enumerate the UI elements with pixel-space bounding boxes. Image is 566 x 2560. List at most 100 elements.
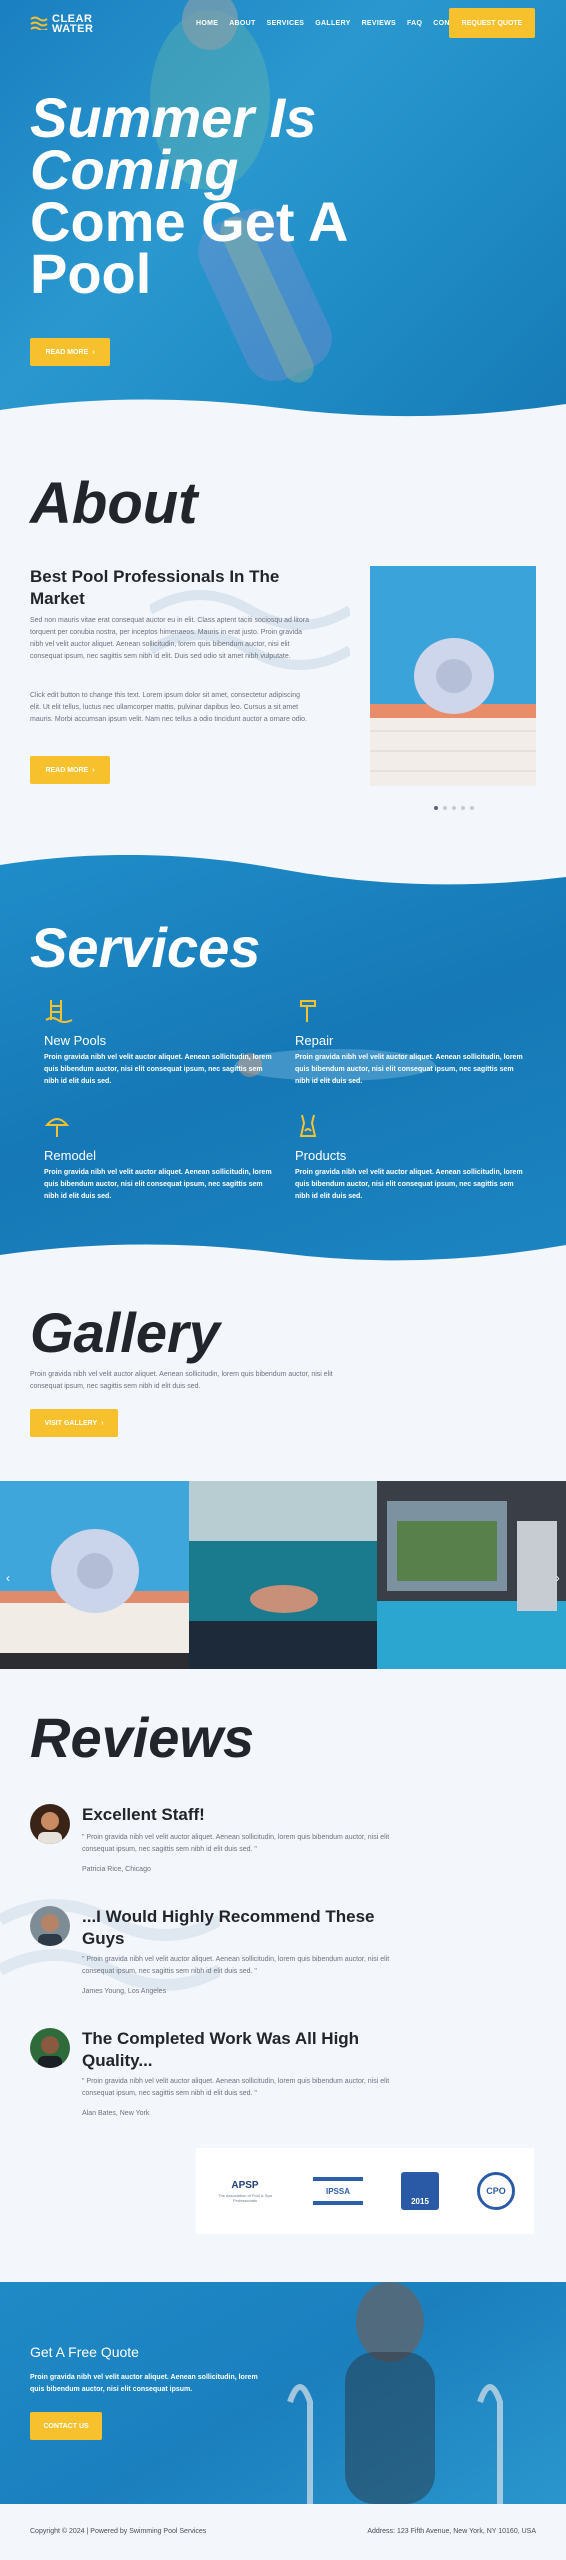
- nav-services[interactable]: SERVICES: [267, 20, 305, 27]
- chevron-left-icon[interactable]: ‹: [6, 1571, 10, 1585]
- review-card: Excellent Staff! " Proin gravida nibh ve…: [30, 1804, 400, 1884]
- services-wave-bottom: [0, 1244, 566, 1275]
- nav-faq[interactable]: FAQ: [407, 20, 422, 27]
- footer-copyright: Copyright © 2024 | Powered by Swimming P…: [30, 2528, 207, 2535]
- nav-about[interactable]: ABOUT: [229, 20, 255, 27]
- gallery-image-waterfall-pool[interactable]: ›: [377, 1481, 566, 1669]
- about-read-more-button[interactable]: READ MORE ›: [30, 756, 110, 784]
- gallery-image-indoor-pool[interactable]: [188, 1481, 378, 1669]
- contact-us-button[interactable]: CONTACT US: [30, 2412, 102, 2440]
- service-name: Repair: [295, 1033, 334, 1048]
- review-heading: The Completed Work Was All High Quality.…: [82, 2029, 360, 2070]
- service-new-pools[interactable]: New Pools Proin gravida nibh vel velit a…: [44, 998, 274, 1088]
- hero-wave-divider: [0, 399, 566, 420]
- avatar: [30, 2028, 70, 2068]
- swimsuit-icon: [299, 1114, 317, 1137]
- about-subtitle: Best Pool Professionals In The Market: [30, 567, 280, 608]
- carousel-dot[interactable]: [443, 806, 447, 810]
- footer: Copyright © 2024 | Powered by Swimming P…: [0, 2504, 566, 2560]
- service-name: New Pools: [44, 1033, 107, 1048]
- arrow-right-icon: ›: [92, 348, 95, 356]
- nav-gallery[interactable]: GALLERY: [315, 20, 350, 27]
- review-body: " Proin gravida nibh vel velit auctor al…: [82, 1834, 390, 1853]
- request-quote-button[interactable]: REQUEST QUOTE: [449, 8, 535, 38]
- footer-address: Address: 123 Fifth Avenue, New York, NY …: [367, 2528, 536, 2535]
- about-read-more-label: READ MORE: [45, 766, 89, 774]
- carousel-dot[interactable]: [470, 806, 474, 810]
- woman-pool-ladder-image: [287, 2282, 503, 2504]
- cta-desc: Proin gravida nibh vel velit auctor aliq…: [30, 2374, 258, 2393]
- partner-logos: APSP The Association of Pool & Spa Profe…: [196, 2148, 534, 2234]
- apsp-logo-subtext: The Association of Pool & Spa Profession…: [218, 2192, 272, 2203]
- award-year: 2015: [411, 2197, 429, 2206]
- top-nav: CLEAR WATER HOME ABOUT SERVICES GALLERY …: [0, 8, 566, 42]
- umbrella-icon: [44, 1118, 70, 1137]
- service-remodel[interactable]: Remodel Proin gravida nibh vel velit auc…: [44, 1113, 274, 1203]
- logo-text: CLEAR WATER: [52, 13, 94, 35]
- nav-links: HOME ABOUT SERVICES GALLERY REVIEWS FAQ …: [196, 20, 469, 27]
- carousel-dots: [434, 806, 474, 810]
- about-pool-image[interactable]: [370, 566, 536, 786]
- cpo-logo-text: CPO: [486, 2186, 506, 2196]
- wave-logo-icon: [30, 16, 48, 30]
- avatar: [30, 1906, 70, 1946]
- cta-title: Get A Free Quote: [30, 2344, 139, 2360]
- contact-us-label: CONTACT US: [43, 2422, 89, 2430]
- hero-title-line4: Pool: [30, 242, 152, 305]
- service-repair[interactable]: Repair Proin gravida nibh vel velit auct…: [295, 998, 525, 1088]
- hammer-icon: [300, 1000, 316, 1022]
- review-body: " Proin gravida nibh vel velit auctor al…: [82, 2078, 390, 2097]
- review-author: James Young, Los Angeles: [82, 1988, 167, 1995]
- apsp-logo: APSP The Association of Pool & Spa Profe…: [215, 2180, 275, 2203]
- gallery-strip: ‹ ›: [0, 1481, 566, 1669]
- service-desc: Proin gravida nibh vel velit auctor aliq…: [295, 1169, 523, 1200]
- gallery-image-hat[interactable]: ‹: [0, 1481, 189, 1669]
- service-products[interactable]: Products Proin gravida nibh vel velit au…: [295, 1113, 525, 1203]
- hero-read-more-label: READ MORE: [45, 348, 89, 356]
- review-heading: ...I Would Highly Recommend These Guys: [82, 1907, 375, 1948]
- arrow-right-icon: ›: [101, 1419, 104, 1427]
- pool-hat-image: [370, 566, 536, 786]
- hero-read-more-button[interactable]: READ MORE ›: [30, 338, 110, 366]
- carousel-dot[interactable]: [461, 806, 465, 810]
- hero-title-line3: Come Get A: [30, 190, 349, 253]
- review-author: Patricia Rice, Chicago: [82, 1866, 151, 1873]
- service-desc: Proin gravida nibh vel velit auctor aliq…: [295, 1054, 523, 1085]
- ipssa-logo: IPSSA: [313, 2177, 363, 2205]
- chevron-right-icon[interactable]: ›: [556, 1571, 560, 1585]
- carousel-dot[interactable]: [452, 806, 456, 810]
- hero-title: Summer Is Coming Come Get A Pool: [30, 86, 480, 305]
- visit-gallery-label: VISIT GALLERY: [44, 1419, 98, 1427]
- review-card: ...I Would Highly Recommend These Guys "…: [30, 1906, 400, 2002]
- hero-section: CLEAR WATER HOME ABOUT SERVICES GALLERY …: [0, 0, 566, 420]
- reviews-title: Reviews: [30, 1706, 255, 1769]
- about-paragraph-2: Click edit button to change this text. L…: [30, 692, 308, 723]
- arrow-right-icon: ›: [92, 766, 95, 774]
- services-section: Services New Pools Proin gravida nibh ve…: [0, 855, 566, 1275]
- nav-home[interactable]: HOME: [196, 20, 218, 27]
- review-card: The Completed Work Was All High Quality.…: [30, 2028, 400, 2124]
- cpo-logo: CPO: [477, 2172, 515, 2210]
- services-title: Services: [30, 916, 261, 979]
- about-title: About: [30, 471, 198, 536]
- services-wave-top: [0, 855, 566, 885]
- award-2015-badge: 2015: [401, 2172, 439, 2210]
- gallery-title: Gallery: [30, 1301, 220, 1364]
- review-heading: Excellent Staff!: [82, 1805, 205, 1824]
- review-body: " Proin gravida nibh vel velit auctor al…: [82, 1956, 390, 1975]
- quote-cta-section: Get A Free Quote Proin gravida nibh vel …: [0, 2282, 566, 2504]
- service-name: Products: [295, 1148, 347, 1163]
- hero-title-line1: Summer Is: [30, 86, 317, 149]
- logo[interactable]: CLEAR WATER: [30, 14, 100, 38]
- visit-gallery-button[interactable]: VISIT GALLERY ›: [30, 1409, 118, 1437]
- service-desc: Proin gravida nibh vel velit auctor aliq…: [44, 1054, 272, 1085]
- pool-ladder-icon: [45, 1000, 73, 1023]
- service-desc: Proin gravida nibh vel velit auctor aliq…: [44, 1169, 272, 1200]
- service-name: Remodel: [44, 1148, 97, 1163]
- about-paragraph-1: Sed non mauris vitae erat consequat auct…: [30, 617, 309, 660]
- gallery-indoor-pool-picture: [188, 1481, 378, 1669]
- carousel-dot[interactable]: [434, 806, 438, 810]
- apsp-logo-text: APSP: [231, 2179, 259, 2191]
- gallery-hat-picture: [0, 1481, 189, 1669]
- nav-reviews[interactable]: REVIEWS: [362, 20, 396, 27]
